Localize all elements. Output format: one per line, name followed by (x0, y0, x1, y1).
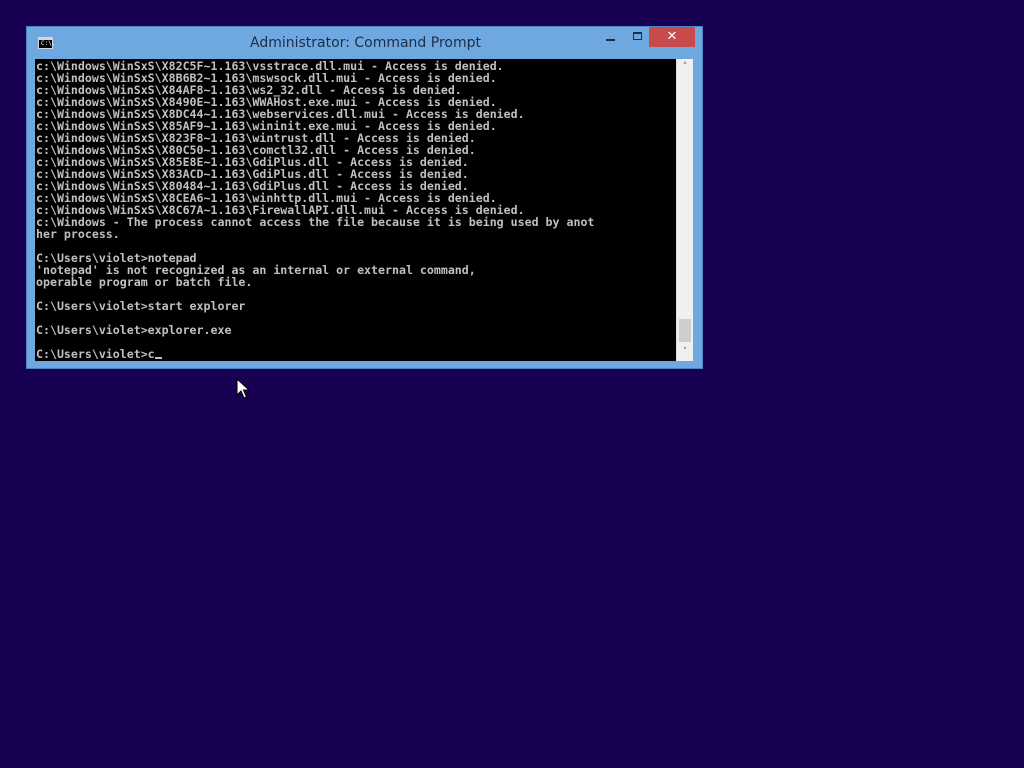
vertical-scrollbar[interactable]: ˄ ˅ (676, 59, 693, 361)
title-bar[interactable]: C:\. Administrator: Command Prompt ✕ (27, 27, 702, 59)
command-prompt-icon-text: C:\. (41, 40, 56, 47)
minimize-button[interactable] (597, 27, 624, 47)
console-line: C:\Users\violet>explorer.exe (36, 323, 232, 337)
console-line: C:\Users\violet>start explorer (36, 299, 246, 313)
console-text: c:\Windows\WinSxS\X82C5F~1.163\vsstrace.… (36, 60, 594, 360)
scroll-up-arrow-icon[interactable]: ˄ (677, 59, 693, 76)
maximize-button[interactable] (624, 27, 651, 47)
console-prompt-text: C:\Users\violet>c (36, 347, 155, 361)
scroll-down-arrow-icon[interactable]: ˅ (677, 344, 693, 361)
command-prompt-icon[interactable]: C:\. (38, 37, 56, 49)
mouse-pointer-icon (236, 378, 250, 399)
text-cursor (154, 357, 162, 359)
console-prompt-line[interactable]: C:\Users\violet>c (36, 348, 594, 360)
maximize-icon (633, 32, 642, 40)
close-button[interactable]: ✕ (649, 27, 695, 47)
command-prompt-window[interactable]: C:\. Administrator: Command Prompt ✕ c:\… (26, 26, 703, 369)
close-icon: ✕ (666, 29, 678, 44)
minimize-icon (606, 39, 615, 41)
scrollbar-thumb[interactable] (679, 319, 691, 342)
desktop: C:\. Administrator: Command Prompt ✕ c:\… (0, 0, 1024, 768)
console-line: her process. (36, 227, 120, 241)
console-line: operable program or batch file. (36, 275, 253, 289)
console-output-area[interactable]: c:\Windows\WinSxS\X82C5F~1.163\vsstrace.… (35, 59, 676, 361)
